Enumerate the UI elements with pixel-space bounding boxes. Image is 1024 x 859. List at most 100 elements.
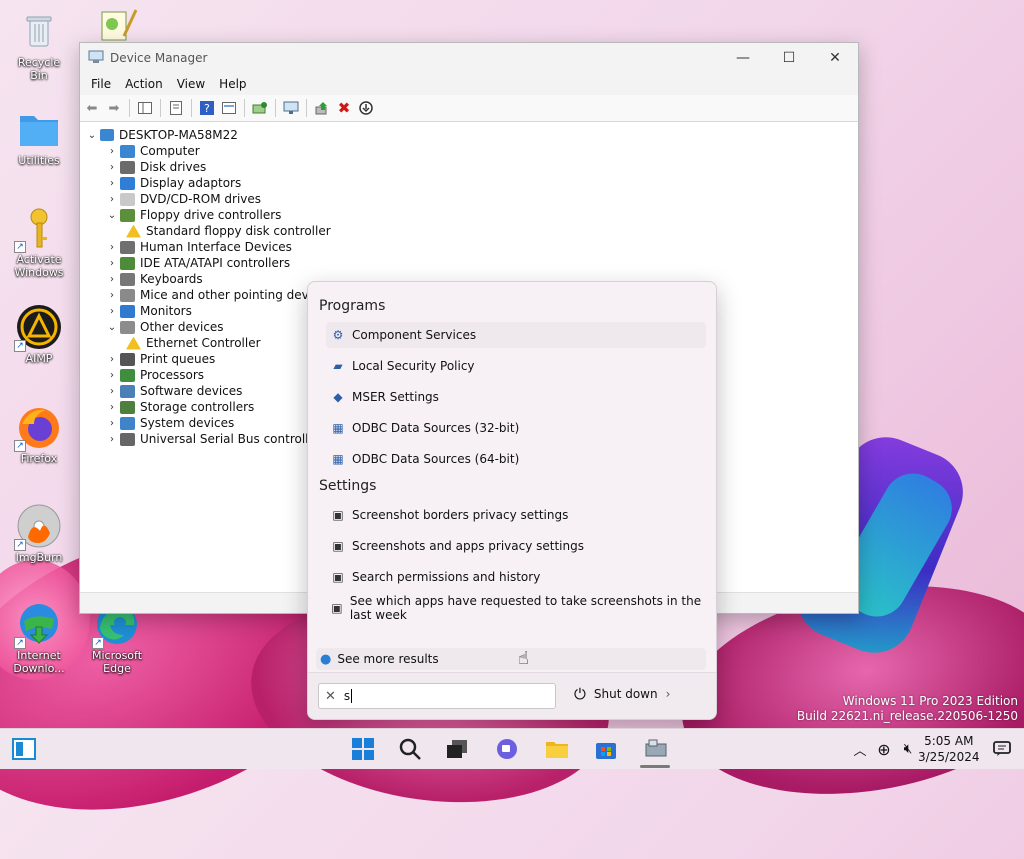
desktop-icon-label: Recycle Bin (17, 56, 61, 82)
program-result[interactable]: ▦ ODBC Data Sources (64-bit) (326, 446, 706, 472)
tree-root[interactable]: ⌄ DESKTOP-MA58M22 (80, 127, 858, 143)
screenshot-icon: ▣ (331, 601, 343, 615)
menu-action[interactable]: Action (118, 77, 170, 91)
desktop-icon-utilities[interactable]: Utilities (8, 106, 70, 167)
chevron-right-icon[interactable]: › (106, 386, 118, 397)
notifications-icon[interactable] (988, 735, 1016, 763)
title-bar[interactable]: Device Manager — ☐ ✕ (80, 43, 858, 73)
scan-hardware-icon[interactable] (250, 98, 270, 118)
tree-category[interactable]: › Disk drives (80, 159, 858, 175)
chevron-right-icon[interactable]: › (106, 402, 118, 413)
chevron-down-icon[interactable]: ⌄ (86, 130, 98, 141)
file-explorer-icon[interactable] (543, 735, 571, 763)
uninstall-device-icon[interactable]: ✖ (334, 98, 354, 118)
chevron-right-icon[interactable]: › (106, 418, 118, 429)
search-panel: Programs ⚙ Component Services ▰ Local Secur… (307, 281, 717, 720)
chevron-right-icon[interactable]: › (106, 178, 118, 189)
widgets-icon[interactable] (10, 735, 38, 763)
chevron-right-icon[interactable]: › (106, 162, 118, 173)
tree-category[interactable]: › Computer (80, 143, 858, 159)
forward-icon[interactable]: ➡ (104, 98, 124, 118)
globe-download-icon: ↗ (14, 601, 62, 649)
tree-root-label: DESKTOP-MA58M22 (119, 128, 238, 142)
settings-result[interactable]: ▣ See which apps have requested to take s… (326, 594, 706, 622)
programs-heading: Programs (319, 298, 386, 314)
chevron-right-icon[interactable]: › (106, 194, 118, 205)
desktop-icon-activate-windows[interactable]: ↗ Activate Windows (8, 205, 70, 279)
view-icon[interactable] (219, 98, 239, 118)
see-more-results-button[interactable]: ● See more results (316, 648, 706, 670)
chevron-right-icon[interactable]: › (666, 687, 671, 701)
result-label: Local Security Policy (352, 359, 475, 373)
minimize-button[interactable]: — (720, 43, 766, 73)
settings-result[interactable]: ▣ Search permissions and history (326, 564, 706, 590)
tree-item-label: IDE ATA/ATAPI controllers (140, 256, 291, 270)
program-result[interactable]: ▰ Local Security Policy (326, 353, 706, 379)
search-taskbar-icon[interactable] (396, 735, 424, 763)
tree-item-label: Floppy drive controllers (140, 208, 282, 222)
chevron-right-icon[interactable]: › (106, 306, 118, 317)
tree-category[interactable]: › IDE ATA/ATAPI controllers (80, 255, 858, 271)
device-category-icon (120, 288, 135, 302)
toolbar-separator (275, 99, 276, 117)
menu-file[interactable]: File (84, 77, 118, 91)
device-category-icon (120, 320, 135, 334)
start-button[interactable] (349, 735, 377, 763)
store-icon[interactable] (592, 735, 620, 763)
desktop-icon-recycle-bin[interactable]: Recycle Bin (8, 8, 70, 82)
disable-device-icon[interactable] (356, 98, 376, 118)
shortcut-arrow-icon: ↗ (14, 241, 26, 253)
chevron-down-icon[interactable]: ⌄ (106, 322, 118, 333)
update-driver-icon[interactable] (312, 98, 332, 118)
result-label: Search permissions and history (352, 570, 541, 584)
desktop-icon-imgburn[interactable]: ↗ ImgBurn (8, 503, 70, 564)
menu-help[interactable]: Help (212, 77, 253, 91)
desktop-icon-label: Utilities (18, 154, 60, 167)
chat-icon[interactable] (493, 735, 521, 763)
shut-down-button[interactable]: ⏻ Shut down › (574, 685, 670, 703)
task-view-icon[interactable] (443, 735, 471, 763)
menu-view[interactable]: View (170, 77, 212, 91)
desktop-icon-firefox[interactable]: ↗ Firefox (8, 404, 70, 465)
monitor-icon[interactable] (281, 98, 301, 118)
chevron-right-icon[interactable]: › (106, 274, 118, 285)
tree-category[interactable]: ⌄ Floppy drive controllers (80, 207, 858, 223)
properties-icon[interactable] (166, 98, 186, 118)
settings-result[interactable]: ▣ Screenshot borders privacy settings (326, 502, 706, 528)
chevron-down-icon[interactable]: ⌄ (106, 210, 118, 221)
desktop-icon-aimp[interactable]: ↗ AIMP (8, 304, 70, 365)
program-result[interactable]: ◆ MSER Settings (326, 384, 706, 410)
toolbar-separator (244, 99, 245, 117)
desktop-icon-label: Internet Downlo... (13, 649, 65, 675)
show-hide-console-tree-icon[interactable] (135, 98, 155, 118)
tree-category[interactable]: › Display adaptors (80, 175, 858, 191)
desktop-icon-label: AIMP (25, 352, 53, 365)
chevron-right-icon[interactable]: › (106, 258, 118, 269)
program-result[interactable]: ▦ ODBC Data Sources (32-bit) (326, 415, 706, 441)
search-input[interactable]: ✕ s (318, 683, 556, 709)
imgburn-icon: ↗ (14, 503, 62, 551)
tree-category[interactable]: › DVD/CD-ROM drives (80, 191, 858, 207)
back-icon[interactable]: ⬅ (82, 98, 102, 118)
program-result[interactable]: ⚙ Component Services (326, 322, 706, 348)
chevron-right-icon[interactable]: › (106, 242, 118, 253)
chevron-right-icon[interactable]: › (106, 370, 118, 381)
mouse-cursor-icon: ☝ (518, 648, 529, 669)
tree-item-label: Other devices (140, 320, 224, 334)
chevron-right-icon[interactable]: › (106, 434, 118, 445)
maximize-button[interactable]: ☐ (766, 43, 812, 73)
desktop-icon-notepad[interactable] (93, 6, 143, 44)
settings-result[interactable]: ▣ Screenshots and apps privacy settings (326, 533, 706, 559)
chevron-right-icon[interactable]: › (106, 290, 118, 301)
chevron-right-icon[interactable]: › (106, 354, 118, 365)
tree-item-label: Keyboards (140, 272, 203, 286)
device-manager-taskbar-icon[interactable] (642, 735, 670, 763)
clock[interactable]: 5:05 AM 3/25/2024 (918, 733, 980, 765)
desktop-icon-internet-download-manager[interactable]: ↗ Internet Downlo... (8, 601, 70, 675)
clear-search-icon[interactable]: ✕ (325, 689, 336, 704)
chevron-right-icon[interactable]: › (106, 146, 118, 157)
close-button[interactable]: ✕ (812, 43, 858, 73)
help-icon[interactable]: ? (197, 98, 217, 118)
tree-child-device[interactable]: Standard floppy disk controller (80, 223, 858, 239)
tree-category[interactable]: › Human Interface Devices (80, 239, 858, 255)
